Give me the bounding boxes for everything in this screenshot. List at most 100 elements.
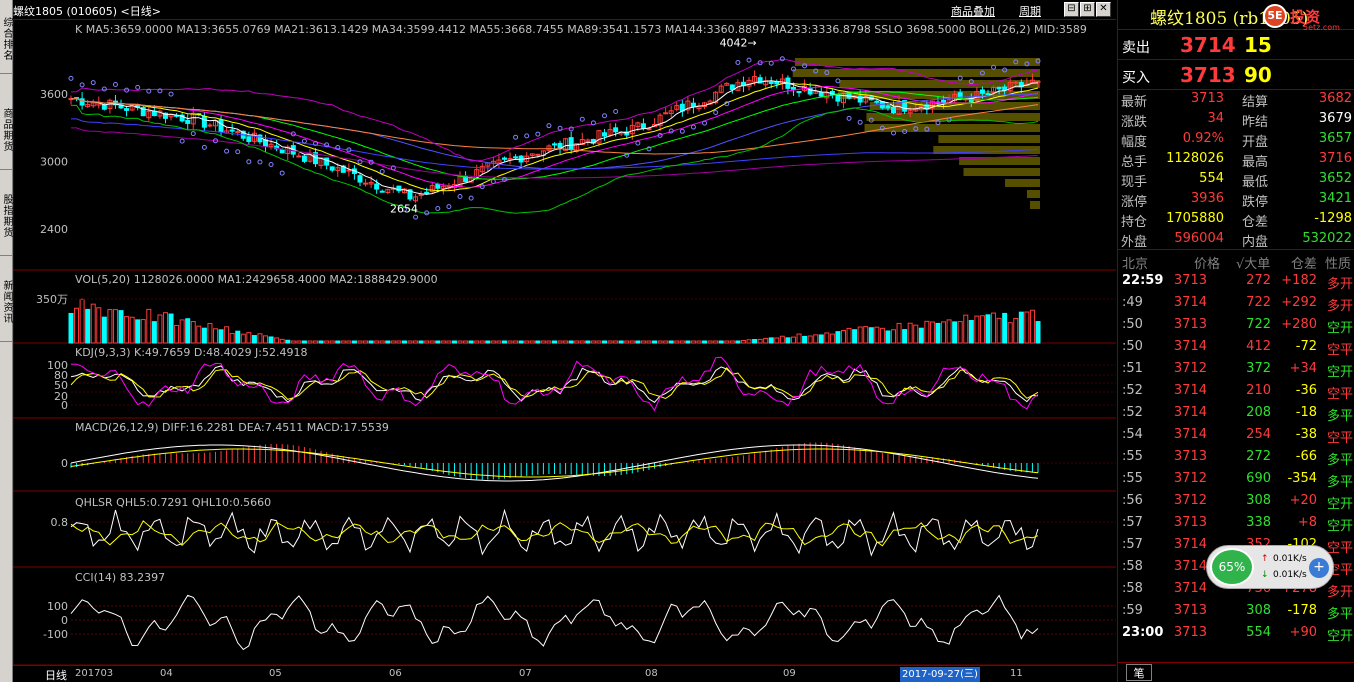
quote-stats: 最新 3713 结算 3682 涨跌 34 昨结 3679 幅度 0.92% 开盘 3657 总手 112…	[1118, 90, 1354, 250]
candle-body	[513, 156, 519, 159]
price-axis-label: 2400	[40, 223, 68, 236]
volume-bar	[635, 340, 641, 344]
tick-row[interactable]: :55 3712 690 -354 多平	[1118, 471, 1354, 493]
sar-dot	[446, 204, 452, 210]
cci-indicator-header: CCI(14) 83.2397	[75, 571, 165, 584]
stat-value: 3716	[1318, 151, 1352, 166]
sar-dot	[635, 140, 641, 146]
sar-dot	[379, 168, 385, 174]
candle-body	[435, 183, 441, 189]
tick-row[interactable]: 22:59 3713 272 +182 多开	[1118, 273, 1354, 295]
volume-bar	[768, 337, 774, 344]
stat-value: 3936	[1190, 191, 1224, 206]
tick-price: 3714	[1173, 295, 1207, 310]
candle-body	[124, 108, 130, 111]
volume-bar	[451, 340, 457, 344]
overlay-commodity-link[interactable]: 商品叠加	[951, 3, 995, 19]
tab-ranking[interactable]: 综合排名	[0, 4, 12, 74]
next-window-button[interactable]: ⊞	[1080, 2, 1095, 17]
volume-bar	[607, 340, 613, 344]
candle-body	[690, 102, 696, 108]
tick-header-nature: 性质	[1325, 257, 1352, 272]
volume-bar	[752, 339, 758, 344]
tab-ticks[interactable]: 笔	[1126, 664, 1152, 681]
tick-oi-change: +90	[1289, 625, 1317, 640]
volume-bar	[263, 335, 269, 344]
volume-bar	[857, 326, 863, 344]
candle-body	[207, 124, 213, 127]
volume-bar	[991, 312, 997, 344]
volume-bar	[179, 319, 185, 344]
tick-price: 3714	[1173, 559, 1207, 574]
close-chart-button[interactable]: ✕	[1096, 2, 1111, 17]
stat-label: 开盘	[1242, 135, 1269, 150]
tick-time: 23:00	[1122, 625, 1164, 640]
speed-expand-button[interactable]: +	[1309, 558, 1329, 578]
tick-header-big-order[interactable]: √大单	[1236, 253, 1270, 272]
tick-row[interactable]: 23:00 3713 554 +90 空开	[1118, 625, 1354, 647]
candle-body	[818, 92, 824, 97]
volume-bar	[907, 322, 913, 344]
sar-dot	[779, 56, 785, 62]
tick-row[interactable]: :51 3712 372 +34 空开	[1118, 361, 1354, 383]
volume-bar	[868, 327, 874, 344]
chart-canvas[interactable]: 4042→ 2654 K MA5:3659.0000 MA13:3655.0769…	[13, 20, 1116, 665]
volume-bar	[913, 324, 919, 344]
volume-bar	[429, 340, 435, 344]
tick-price: 3712	[1173, 361, 1207, 376]
tick-row[interactable]: :54 3714 254 -38 空平	[1118, 427, 1354, 449]
volume-bar	[140, 319, 146, 344]
volume-bar	[674, 340, 680, 344]
tab-news[interactable]: 新闻资讯	[0, 262, 12, 342]
tick-nature: 多平	[1326, 607, 1353, 622]
tick-price: 3714	[1173, 405, 1207, 420]
chart-area[interactable]: 4042→ 2654 K MA5:3659.0000 MA13:3655.0769…	[13, 20, 1116, 665]
tick-row[interactable]: :50 3714 412 -72 空平	[1118, 339, 1354, 361]
volume-bar	[879, 327, 885, 344]
tick-row[interactable]: :50 3713 722 +280 空开	[1118, 317, 1354, 339]
buy-order-row[interactable]: 买入 3713 90	[1118, 60, 1354, 90]
volume-bar	[251, 335, 257, 344]
sar-dot	[135, 84, 141, 90]
volume-bar	[974, 315, 980, 344]
volume-bar	[957, 321, 963, 344]
sar-dot	[513, 134, 519, 140]
tab-index-futures[interactable]: 股指期货	[0, 176, 12, 256]
volume-bar	[563, 340, 569, 344]
tick-row[interactable]: :55 3713 272 -66 多平	[1118, 449, 1354, 471]
tick-price: 3713	[1173, 515, 1207, 530]
tick-row[interactable]: :59 3713 308 -178 多平	[1118, 603, 1354, 625]
volume-bar	[196, 325, 202, 344]
volume-bar	[374, 340, 380, 344]
prev-window-button[interactable]: ⊟	[1064, 2, 1079, 17]
volume-bar	[507, 340, 513, 344]
volume-bar	[440, 340, 446, 344]
sell-volume: 15	[1244, 33, 1272, 57]
tick-row[interactable]: :49 3714 722 +292 多开	[1118, 295, 1354, 317]
vol-axis-label: 350万	[36, 293, 68, 306]
volume-bar	[535, 340, 541, 344]
tick-row[interactable]: :56 3712 308 +20 空开	[1118, 493, 1354, 515]
stat-label: 结算	[1242, 95, 1269, 110]
cci-axis-label: -100	[43, 628, 68, 641]
candle-body	[329, 166, 335, 171]
tick-row[interactable]: :52 3714 208 -18 多平	[1118, 405, 1354, 427]
tick-row[interactable]: :57 3713 338 +8 空开	[1118, 515, 1354, 537]
volume-bar	[540, 340, 546, 344]
tab-commodity-futures[interactable]: 商品期货	[0, 90, 12, 170]
volume-bar	[274, 337, 280, 344]
sell-order-row[interactable]: 卖出 3714 15	[1118, 30, 1354, 60]
tick-row[interactable]: :52 3714 210 -36 空平	[1118, 383, 1354, 405]
network-speed-widget[interactable]: 65% ↑ 0.01K/s ↓ 0.01K/s +	[1206, 545, 1334, 589]
candle-body	[218, 119, 224, 133]
volume-bar	[640, 340, 646, 344]
stat-label: 现手	[1121, 175, 1148, 190]
tick-oi-change: -354	[1287, 471, 1317, 486]
sar-dot	[535, 131, 541, 137]
volume-bar	[963, 314, 969, 344]
buy-price: 3713	[1180, 63, 1236, 87]
volume-bar	[413, 340, 419, 344]
period-link[interactable]: 周期	[1019, 3, 1041, 19]
tick-nature: 多平	[1326, 453, 1353, 468]
candle-body	[374, 183, 380, 190]
